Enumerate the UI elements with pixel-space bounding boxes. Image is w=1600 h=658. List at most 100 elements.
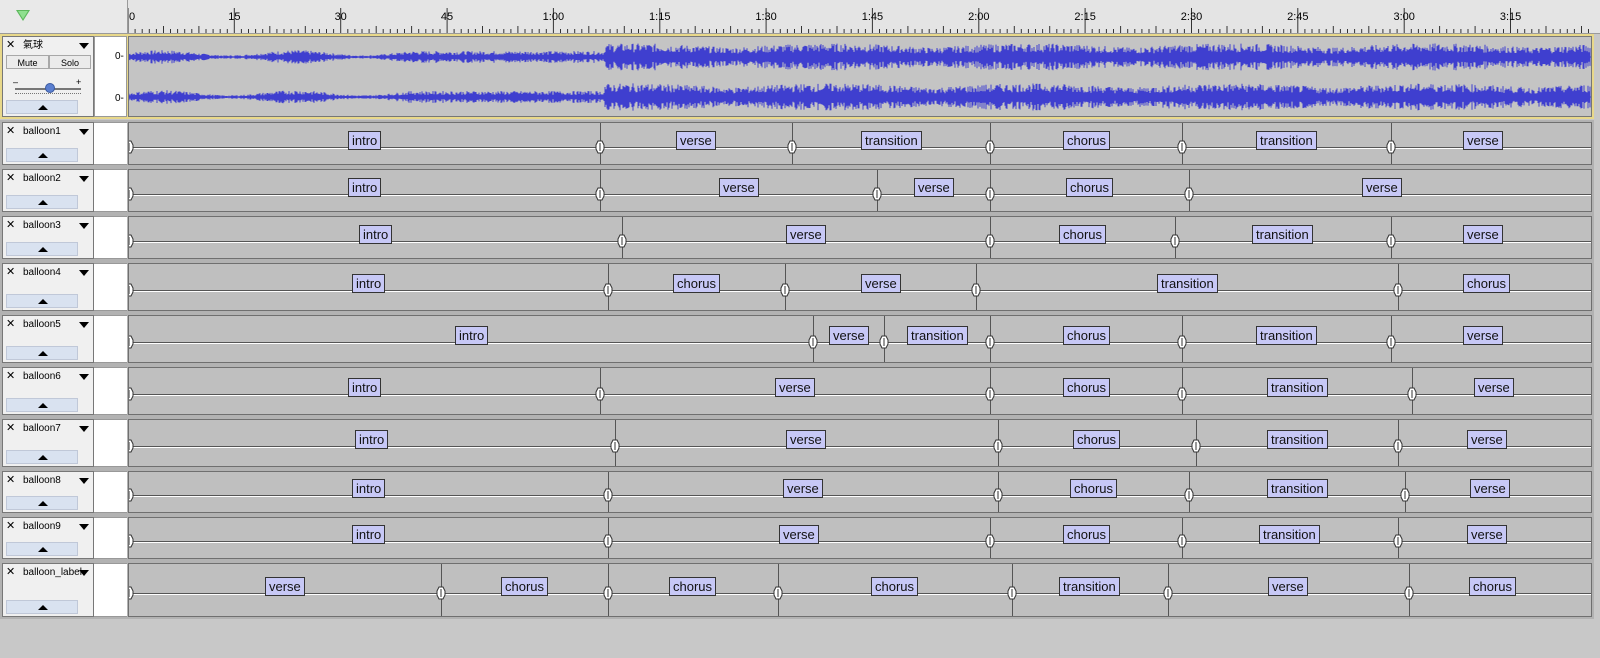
close-track-icon[interactable]: ✕ — [6, 267, 15, 278]
label-boundary-handle[interactable] — [128, 387, 134, 401]
vertical-scrollbar[interactable] — [1594, 34, 1600, 658]
track-menu-dropdown-icon[interactable] — [79, 223, 89, 229]
label-text-box[interactable]: intro — [455, 326, 489, 345]
label-text-box[interactable]: chorus — [669, 577, 717, 596]
label-boundary-handle[interactable] — [128, 335, 134, 349]
close-track-icon[interactable]: ✕ — [6, 319, 15, 330]
label-boundary-handle[interactable] — [1177, 140, 1187, 154]
label-boundary-handle[interactable] — [1386, 335, 1396, 349]
collapse-track-button[interactable] — [6, 450, 78, 464]
track-menu-dropdown-icon[interactable] — [79, 176, 89, 182]
label-boundary-handle[interactable] — [985, 534, 995, 548]
collapse-track-button[interactable] — [6, 242, 78, 256]
audio-track-control-panel[interactable]: ✕ 氣球 Mute Solo – + — [2, 36, 94, 117]
label-text-box[interactable]: chorus — [1059, 225, 1107, 244]
label-boundary-handle[interactable] — [436, 586, 446, 600]
label-text-box[interactable]: intro — [355, 430, 389, 449]
label-boundary-handle[interactable] — [128, 187, 134, 201]
label-boundary-handle[interactable] — [128, 283, 134, 297]
label-boundary-handle[interactable] — [128, 439, 134, 453]
collapse-track-button[interactable] — [6, 346, 78, 360]
label-text-box[interactable]: transition — [1267, 378, 1328, 397]
label-boundary-handle[interactable] — [128, 586, 134, 600]
label-text-box[interactable]: intro — [352, 479, 386, 498]
label-text-box[interactable]: intro — [359, 225, 393, 244]
label-text-box[interactable]: verse — [786, 225, 826, 244]
track-menu-dropdown-icon[interactable] — [79, 129, 89, 135]
label-text-box[interactable]: chorus — [1469, 577, 1517, 596]
label-text-box[interactable]: chorus — [1063, 131, 1111, 150]
track-menu-dropdown-icon[interactable] — [79, 478, 89, 484]
label-boundary-handle[interactable] — [603, 586, 613, 600]
close-track-icon[interactable]: ✕ — [6, 220, 15, 231]
label-boundary-handle[interactable] — [1191, 439, 1201, 453]
label-text-box[interactable]: transition — [1157, 274, 1218, 293]
close-track-icon[interactable]: ✕ — [6, 371, 15, 382]
label-track-control-panel[interactable]: ✕ balloon_label — [2, 563, 94, 617]
label-track[interactable]: ✕ balloon3 intro verse chorus transition verse — [0, 214, 1600, 261]
track-name[interactable]: balloon5 — [23, 319, 61, 330]
track-name[interactable]: balloon4 — [23, 267, 61, 278]
label-boundary-handle[interactable] — [603, 488, 613, 502]
label-text-box[interactable]: verse — [779, 525, 819, 544]
label-text-box[interactable]: intro — [352, 525, 386, 544]
label-boundary-handle[interactable] — [993, 439, 1003, 453]
track-menu-dropdown-icon[interactable] — [79, 524, 89, 530]
label-text-box[interactable]: verse — [1463, 326, 1503, 345]
track-name[interactable]: balloon2 — [23, 173, 61, 184]
collapse-track-button[interactable] — [6, 600, 78, 614]
track-name[interactable]: balloon1 — [23, 126, 61, 137]
label-text-box[interactable]: transition — [1259, 525, 1320, 544]
label-text-box[interactable]: transition — [1267, 479, 1328, 498]
track-name[interactable]: 氣球 — [23, 40, 43, 51]
label-lane[interactable]: intro verse verse chorus verse — [128, 169, 1592, 212]
timeline-ruler[interactable]: 0 15 30 45 1:00 1:15 1:30 1:45 2:00 2:15 2:30 2:45 3… — [0, 0, 1600, 34]
close-track-icon[interactable]: ✕ — [6, 40, 15, 51]
label-boundary-handle[interactable] — [780, 283, 790, 297]
label-track[interactable]: ✕ balloon4 intro chorus verse transition choru… — [0, 261, 1600, 313]
label-boundary-handle[interactable] — [128, 488, 134, 502]
mute-button[interactable]: Mute — [6, 55, 49, 69]
label-text-box[interactable]: chorus — [1463, 274, 1511, 293]
track-name[interactable]: balloon6 — [23, 371, 61, 382]
label-text-box[interactable]: verse — [775, 378, 815, 397]
label-text-box[interactable]: verse — [719, 178, 759, 197]
label-boundary-handle[interactable] — [993, 488, 1003, 502]
label-boundary-handle[interactable] — [128, 140, 134, 154]
label-text-box[interactable]: verse — [1470, 479, 1510, 498]
time-scale[interactable]: 0 15 30 45 1:00 1:15 1:30 1:45 2:00 2:15 2:30 2:45 3… — [128, 0, 1600, 33]
track-name[interactable]: balloon3 — [23, 220, 61, 231]
label-boundary-handle[interactable] — [971, 283, 981, 297]
play-head-icon[interactable] — [16, 10, 30, 21]
label-boundary-handle[interactable] — [595, 187, 605, 201]
track-menu-dropdown-icon[interactable] — [79, 43, 89, 49]
label-boundary-handle[interactable] — [1393, 534, 1403, 548]
label-boundary-handle[interactable] — [595, 387, 605, 401]
label-boundary-handle[interactable] — [985, 387, 995, 401]
label-track[interactable]: ✕ balloon6 intro verse chorus transition verse — [0, 365, 1600, 417]
label-track-control-panel[interactable]: ✕ balloon4 — [2, 263, 94, 311]
label-track[interactable]: ✕ balloon2 intro verse verse chorus verse — [0, 167, 1600, 214]
label-track[interactable]: ✕ balloon1 intro verse transition chorus trans… — [0, 120, 1600, 167]
label-track[interactable]: ✕ balloon7 intro verse chorus transition verse — [0, 417, 1600, 469]
close-track-icon[interactable]: ✕ — [6, 173, 15, 184]
label-boundary-handle[interactable] — [872, 187, 882, 201]
label-text-box[interactable]: verse — [783, 479, 823, 498]
label-text-box[interactable]: verse — [1474, 378, 1514, 397]
label-boundary-handle[interactable] — [787, 140, 797, 154]
label-boundary-handle[interactable] — [1393, 283, 1403, 297]
track-name[interactable]: balloon8 — [23, 475, 61, 486]
collapse-track-button[interactable] — [6, 195, 78, 209]
label-boundary-handle[interactable] — [1184, 187, 1194, 201]
label-text-box[interactable]: chorus — [1063, 525, 1111, 544]
label-track-control-panel[interactable]: ✕ balloon8 — [2, 471, 94, 513]
label-track[interactable]: ✕ balloon5 intro verse transition chorus trans… — [0, 313, 1600, 365]
label-text-box[interactable]: verse — [1362, 178, 1402, 197]
label-boundary-handle[interactable] — [985, 187, 995, 201]
label-track-control-panel[interactable]: ✕ balloon2 — [2, 169, 94, 212]
label-boundary-handle[interactable] — [1177, 534, 1187, 548]
label-text-box[interactable]: chorus — [1070, 479, 1118, 498]
close-track-icon[interactable]: ✕ — [6, 521, 15, 532]
collapse-track-button[interactable] — [6, 496, 78, 510]
label-boundary-handle[interactable] — [617, 234, 627, 248]
